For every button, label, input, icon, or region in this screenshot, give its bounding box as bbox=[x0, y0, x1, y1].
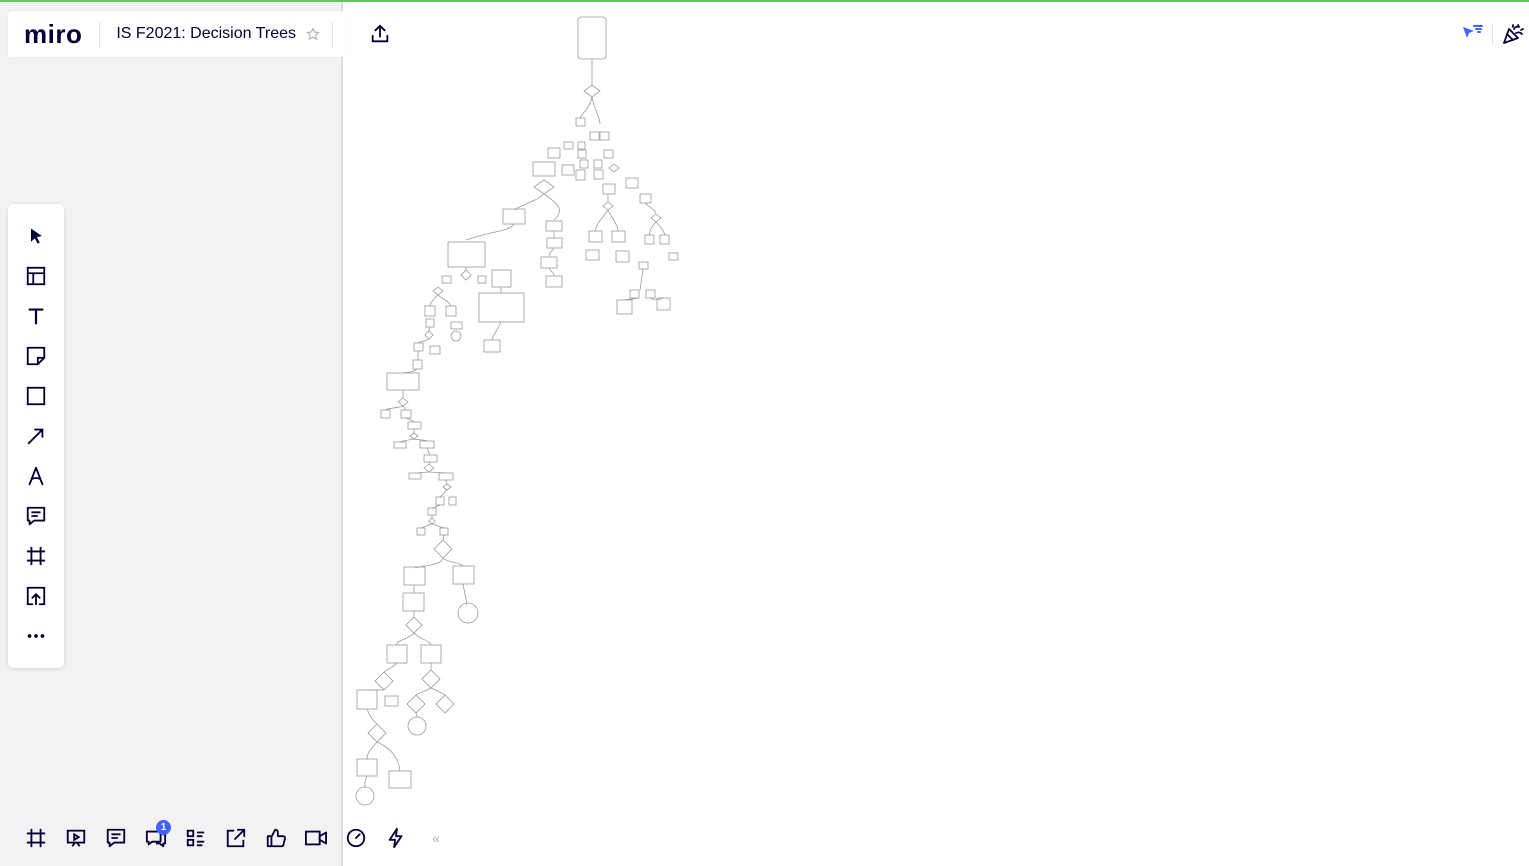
bottom-toolbar: 1 « bbox=[16, 820, 456, 856]
board-title[interactable]: IS F2021: Decision Trees bbox=[116, 25, 296, 43]
pen-tool[interactable] bbox=[22, 462, 50, 490]
more-tools-button[interactable] bbox=[22, 622, 50, 650]
frames-button[interactable] bbox=[16, 820, 56, 856]
header-right-controls bbox=[1456, 18, 1529, 50]
frame-tool[interactable] bbox=[22, 542, 50, 570]
presentation-icon bbox=[66, 829, 86, 847]
notes-icon bbox=[106, 828, 126, 848]
timer-button[interactable] bbox=[336, 820, 376, 856]
miro-logo[interactable]: miro bbox=[24, 19, 82, 50]
star-icon[interactable] bbox=[305, 27, 320, 41]
pen-icon bbox=[28, 466, 44, 486]
upload-icon bbox=[371, 24, 389, 43]
comment-icon bbox=[26, 506, 46, 526]
arrow-tool[interactable] bbox=[22, 422, 50, 450]
activity-button[interactable] bbox=[376, 820, 416, 856]
templates-tool[interactable] bbox=[22, 262, 50, 290]
notes-button[interactable] bbox=[96, 820, 136, 856]
board-canvas[interactable] bbox=[343, 2, 1529, 866]
select-tool[interactable] bbox=[22, 222, 50, 250]
video-button[interactable] bbox=[296, 820, 336, 856]
templates-icon bbox=[26, 266, 46, 286]
video-icon bbox=[304, 830, 327, 846]
card-list-button[interactable] bbox=[176, 820, 216, 856]
upload-tool[interactable] bbox=[22, 582, 50, 610]
cursor-filter-button[interactable] bbox=[1456, 18, 1488, 50]
header-divider bbox=[99, 22, 101, 46]
comment-tool[interactable] bbox=[22, 502, 50, 530]
vote-button[interactable] bbox=[256, 820, 296, 856]
celebration-button[interactable] bbox=[1497, 18, 1529, 50]
text-tool[interactable] bbox=[22, 302, 50, 330]
header-divider bbox=[1492, 23, 1493, 45]
celebration-icon bbox=[1503, 24, 1524, 44]
sticky-note-tool[interactable] bbox=[22, 342, 50, 370]
select-icon bbox=[31, 228, 42, 244]
header-divider bbox=[331, 22, 333, 46]
activity-icon bbox=[388, 827, 403, 849]
more-icon bbox=[27, 634, 45, 638]
frames-icon bbox=[26, 828, 46, 848]
shape-tool[interactable] bbox=[22, 382, 50, 410]
card-list-icon bbox=[186, 829, 205, 847]
board-header: miro IS F2021: Decision Trees bbox=[8, 11, 346, 57]
share-screen-button[interactable] bbox=[216, 820, 256, 856]
decision-tree-diagram bbox=[355, 16, 679, 806]
frame-icon bbox=[26, 546, 46, 566]
cursor-filter-icon bbox=[1463, 25, 1483, 38]
share-upload-button[interactable] bbox=[366, 20, 394, 48]
shape-icon bbox=[26, 386, 46, 406]
timer-icon bbox=[346, 828, 366, 848]
sticky-note-icon bbox=[26, 346, 46, 366]
vote-icon bbox=[266, 828, 286, 848]
chat-unread-badge: 1 bbox=[156, 820, 171, 835]
presentation-button[interactable] bbox=[56, 820, 96, 856]
chat-button[interactable]: 1 bbox=[136, 820, 176, 856]
share-screen-icon bbox=[226, 828, 246, 848]
arrow-icon bbox=[27, 428, 44, 445]
upload-icon bbox=[26, 586, 46, 606]
creation-toolbar bbox=[8, 204, 64, 668]
text-icon bbox=[28, 308, 44, 325]
collapse-toolbar-button[interactable]: « bbox=[416, 830, 456, 846]
